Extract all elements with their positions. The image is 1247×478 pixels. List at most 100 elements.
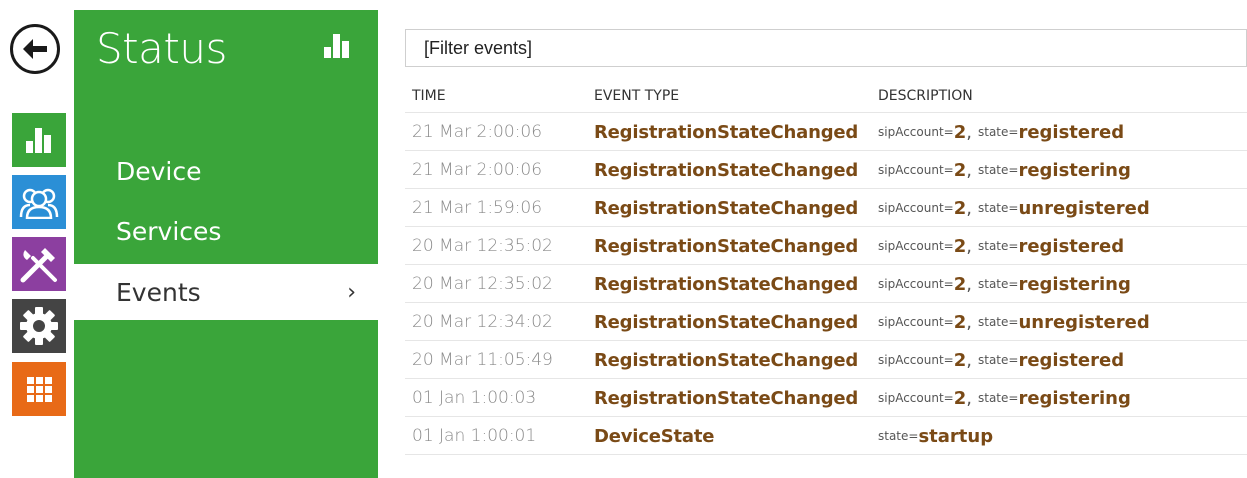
- param-equals: =: [908, 429, 919, 443]
- event-description: sipAccount = 2, state = registering: [878, 151, 1131, 189]
- table-row[interactable]: 20 Mar 12:34:02 RegistrationStateChanged s…: [405, 303, 1247, 341]
- event-type: RegistrationStateChanged: [594, 235, 859, 257]
- event-description: state = startup: [878, 417, 993, 455]
- param-key: sipAccount: [878, 163, 944, 177]
- param-value: 2: [953, 273, 967, 295]
- rail-directory-button[interactable]: [12, 175, 66, 229]
- sidebar-item-services[interactable]: Services: [74, 203, 378, 259]
- param-value: registered: [1018, 235, 1125, 257]
- param-key: sipAccount: [878, 353, 944, 367]
- param-separator: ,: [966, 387, 972, 409]
- param-equals: =: [1008, 201, 1019, 215]
- events-table: TIME EVENT TYPE DESCRIPTION 21 Mar 2:00:…: [405, 80, 1247, 455]
- param-value: unregistered: [1018, 197, 1150, 219]
- bar-chart-icon: [26, 128, 51, 153]
- param-equals: =: [1008, 277, 1019, 291]
- event-type: RegistrationStateChanged: [594, 159, 859, 181]
- param-equals: =: [943, 353, 954, 367]
- table-row[interactable]: 01 Jan 1:00:03 RegistrationStateChanged si…: [405, 379, 1247, 417]
- param-key: state: [977, 125, 1009, 139]
- param-key: sipAccount: [878, 239, 944, 253]
- param-equals: =: [1008, 391, 1019, 405]
- param-equals: =: [943, 201, 954, 215]
- table-row[interactable]: 21 Mar 2:00:06 RegistrationStateChanged si…: [405, 113, 1247, 151]
- param-value: registered: [1018, 121, 1125, 143]
- table-row[interactable]: 20 Mar 11:05:49 RegistrationStateChanged s…: [405, 341, 1247, 379]
- table-row[interactable]: 21 Mar 2:00:06 RegistrationStateChanged si…: [405, 151, 1247, 189]
- event-time: 21 Mar 1:59:06: [412, 198, 543, 218]
- sidebar-panel: Status Device Services Events ›: [74, 10, 378, 478]
- param-key: state: [878, 429, 909, 443]
- column-header-time[interactable]: TIME: [412, 88, 446, 104]
- param-equals: =: [943, 277, 954, 291]
- rail-hardware-button[interactable]: [12, 237, 66, 291]
- param-separator: ,: [966, 121, 972, 143]
- param-key: sipAccount: [878, 277, 944, 291]
- event-description: sipAccount = 2, state = registering: [878, 265, 1131, 303]
- param-equals: =: [943, 315, 954, 329]
- param-key: sipAccount: [878, 391, 944, 405]
- sidebar-item-label: Events: [116, 277, 201, 307]
- rail-system-button[interactable]: [12, 362, 66, 416]
- event-type: DeviceState: [594, 425, 715, 447]
- filter-events-input[interactable]: [405, 29, 1247, 67]
- param-separator: ,: [966, 311, 972, 333]
- table-row[interactable]: 21 Mar 1:59:06 RegistrationStateChanged si…: [405, 189, 1247, 227]
- event-description: sipAccount = 2, state = registered: [878, 113, 1124, 151]
- param-value: registering: [1018, 273, 1131, 295]
- arrow-left-icon: [23, 39, 47, 59]
- param-value: 2: [953, 349, 967, 371]
- back-button[interactable]: [10, 24, 60, 74]
- sidebar-item-events[interactable]: Events ›: [74, 264, 378, 320]
- event-time: 20 Mar 12:35:02: [412, 274, 553, 294]
- rail-services-button[interactable]: [12, 299, 66, 353]
- sidebar-item-label: Services: [116, 216, 222, 246]
- param-equals: =: [1008, 353, 1019, 367]
- event-time: 01 Jan 1:00:03: [412, 388, 537, 408]
- param-value: 2: [953, 121, 967, 143]
- event-type: RegistrationStateChanged: [594, 311, 859, 333]
- param-equals: =: [943, 239, 954, 253]
- chevron-right-icon: ›: [347, 279, 356, 305]
- table-row[interactable]: 01 Jan 1:00:01 DeviceState state = startup: [405, 417, 1247, 455]
- table-body: 21 Mar 2:00:06 RegistrationStateChanged si…: [405, 113, 1247, 455]
- event-description: sipAccount = 2, state = unregistered: [878, 189, 1150, 227]
- event-time: 01 Jan 1:00:01: [412, 426, 537, 446]
- table-row[interactable]: 20 Mar 12:35:02 RegistrationStateChanged s…: [405, 227, 1247, 265]
- event-description: sipAccount = 2, state = unregistered: [878, 303, 1150, 341]
- rail-status-button[interactable]: [12, 113, 66, 167]
- param-value: registering: [1018, 159, 1131, 181]
- table-header: TIME EVENT TYPE DESCRIPTION: [405, 80, 1247, 113]
- param-separator: ,: [966, 235, 972, 257]
- param-key: state: [977, 239, 1009, 253]
- bar-chart-icon: [324, 34, 349, 58]
- column-header-event-type[interactable]: EVENT TYPE: [594, 88, 679, 104]
- table-row[interactable]: 20 Mar 12:35:02 RegistrationStateChanged s…: [405, 265, 1247, 303]
- event-time: 21 Mar 2:00:06: [412, 160, 543, 180]
- param-key: state: [977, 353, 1009, 367]
- column-header-description[interactable]: DESCRIPTION: [878, 88, 973, 104]
- grid-icon: [27, 377, 52, 402]
- param-value: registering: [1018, 387, 1131, 409]
- param-key: state: [977, 315, 1009, 329]
- param-equals: =: [1008, 125, 1019, 139]
- event-time: 20 Mar 11:05:49: [412, 350, 553, 370]
- param-key: sipAccount: [878, 125, 944, 139]
- param-equals: =: [943, 391, 954, 405]
- param-key: state: [977, 391, 1009, 405]
- param-separator: ,: [966, 273, 972, 295]
- param-equals: =: [943, 163, 954, 177]
- event-type: RegistrationStateChanged: [594, 387, 859, 409]
- param-equals: =: [943, 125, 954, 139]
- param-key: state: [977, 163, 1009, 177]
- param-value: 2: [953, 159, 967, 181]
- gear-icon: [20, 307, 58, 345]
- event-time: 21 Mar 2:00:06: [412, 122, 543, 142]
- page-title: Status: [96, 24, 227, 73]
- param-equals: =: [1008, 315, 1019, 329]
- param-value: unregistered: [1018, 311, 1150, 333]
- sidebar-item-device[interactable]: Device: [74, 143, 378, 199]
- event-description: sipAccount = 2, state = registered: [878, 341, 1124, 379]
- param-value: registered: [1018, 349, 1125, 371]
- param-equals: =: [1008, 163, 1019, 177]
